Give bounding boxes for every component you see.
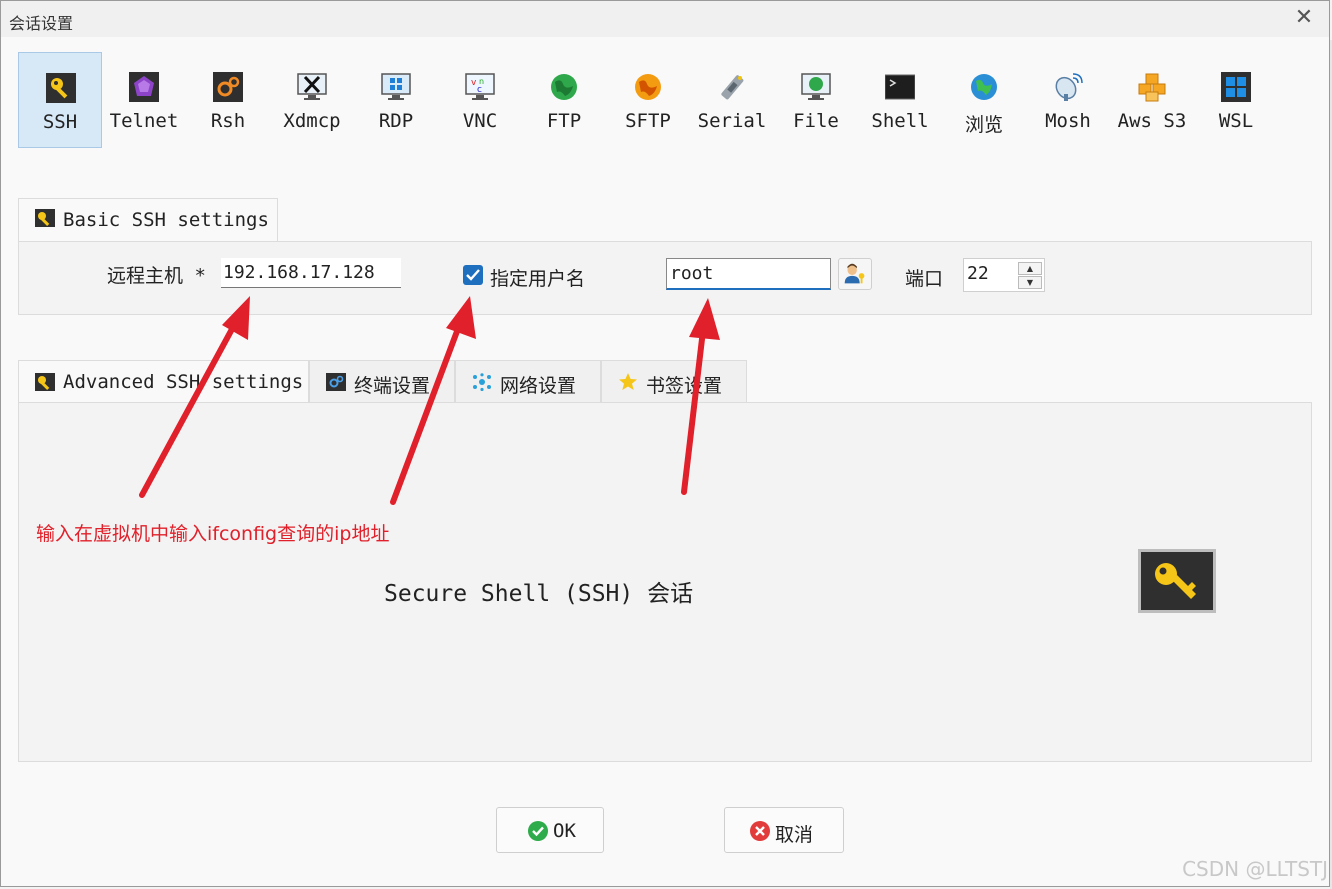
remote-host-input[interactable]: [221, 258, 401, 288]
user-key-icon: [844, 263, 865, 284]
session-type-label: FTP: [546, 110, 582, 132]
session-type-xdmcp[interactable]: Xdmcp: [270, 52, 354, 148]
cancel-circle-icon: [750, 821, 770, 841]
session-type-label: SSH: [42, 111, 78, 133]
session-type-label: RDP: [378, 110, 414, 132]
tab-bookmark-settings[interactable]: 书签设置: [601, 360, 747, 403]
session-type-mosh[interactable]: Mosh: [1026, 52, 1110, 148]
xdmcp-icon: [297, 73, 327, 100]
shell-icon: [885, 74, 915, 100]
vnc-icon: v n c: [465, 73, 495, 100]
file-icon: [801, 73, 831, 100]
session-type-file[interactable]: File: [774, 52, 858, 148]
sftp-icon: [635, 74, 661, 100]
tab-advanced-ssh-settings[interactable]: Advanced SSH settings: [18, 360, 309, 403]
session-type-ftp[interactable]: FTP: [522, 52, 606, 148]
serial-icon: [721, 75, 744, 100]
session-type-label: VNC: [462, 110, 498, 132]
session-type-label: Aws S3: [1117, 110, 1187, 132]
session-type-aws-s3[interactable]: Aws S3: [1110, 52, 1194, 148]
wsl-icon: [1221, 72, 1251, 102]
session-type-ssh[interactable]: SSH: [18, 52, 102, 148]
session-type-rsh[interactable]: Rsh: [186, 52, 270, 148]
user-manager-button[interactable]: [838, 258, 872, 290]
large-key-icon: [1138, 549, 1216, 613]
key-icon: [35, 209, 55, 227]
tab-network-settings[interactable]: 网络设置: [455, 360, 601, 403]
session-type-label: WSL: [1218, 110, 1254, 132]
key-icon: [46, 73, 76, 103]
session-type-label: 浏览: [964, 114, 1003, 136]
svg-text:c: c: [477, 85, 482, 95]
tab-label: Advanced SSH settings: [63, 371, 304, 393]
session-type-serial[interactable]: Serial: [690, 52, 774, 148]
check-circle-icon: [528, 821, 548, 841]
specify-username-checkbox[interactable]: [463, 265, 483, 285]
key-icon: [35, 373, 55, 391]
port-spinbox[interactable]: 22 ▲ ▼: [963, 258, 1045, 292]
mosh-icon: [1055, 73, 1083, 101]
session-type-vnc[interactable]: v n c VNC: [438, 52, 522, 148]
session-type-telnet[interactable]: Telnet: [102, 52, 186, 148]
spin-up-icon[interactable]: ▲: [1018, 262, 1042, 275]
username-input[interactable]: [666, 258, 831, 290]
tab-basic-ssh-settings[interactable]: Basic SSH settings: [18, 198, 278, 242]
checkmark-icon: [466, 269, 480, 281]
telnet-icon: [129, 72, 159, 102]
close-icon[interactable]: ✕: [1293, 7, 1315, 29]
tab-label: 终端设置: [354, 375, 431, 397]
tab-label: 书签设置: [646, 375, 723, 397]
session-type-label: SFTP: [625, 110, 671, 132]
cancel-label: 取消: [775, 824, 814, 846]
ok-button[interactable]: OK: [496, 807, 604, 853]
watermark: CSDN @LLTSTJ: [1182, 857, 1328, 881]
basic-settings-panel: [18, 241, 1312, 315]
session-type-label: Rsh: [210, 110, 246, 132]
session-type-toolbar: SSH Telnet Rsh Xdmcp RDP v n c VNC FTP S…: [18, 52, 1318, 148]
rdp-icon: [381, 73, 411, 100]
session-type-browser[interactable]: 浏览: [942, 52, 1026, 148]
ftp-icon: [551, 74, 577, 100]
network-settings-icon: [473, 373, 491, 391]
star-icon: [619, 373, 637, 390]
terminal-settings-icon: [326, 373, 346, 391]
tab-label: Basic SSH settings: [63, 209, 269, 231]
rsh-icon: [213, 72, 243, 102]
tab-label: 网络设置: [500, 375, 577, 397]
session-type-wsl[interactable]: WSL: [1194, 52, 1278, 148]
cancel-button[interactable]: 取消: [724, 807, 844, 853]
annotation-text: 输入在虚拟机中输入ifconfig查询的ip地址: [36, 523, 390, 545]
session-type-sftp[interactable]: SFTP: [606, 52, 690, 148]
aws-s3-icon: [1138, 73, 1166, 102]
spin-down-icon[interactable]: ▼: [1018, 276, 1042, 289]
session-type-label: Serial: [697, 110, 767, 132]
browser-icon: [971, 74, 997, 100]
session-type-label: File: [793, 110, 839, 132]
remote-host-label: 远程主机 *: [107, 265, 206, 287]
tab-terminal-settings[interactable]: 终端设置: [309, 360, 455, 403]
specify-username-label: 指定用户名: [490, 268, 586, 290]
session-type-rdp[interactable]: RDP: [354, 52, 438, 148]
session-description: Secure Shell (SSH) 会话: [384, 581, 694, 607]
port-label: 端口: [905, 268, 944, 290]
ok-label: OK: [553, 820, 576, 842]
session-type-shell[interactable]: Shell: [858, 52, 942, 148]
session-type-label: Xdmcp: [283, 110, 341, 132]
window-title: 会话设置: [9, 14, 74, 33]
port-value: 22: [967, 263, 989, 284]
session-type-label: Mosh: [1045, 110, 1091, 132]
title-bar: 会话设置 ✕: [1, 1, 1329, 37]
session-type-label: Shell: [871, 110, 929, 132]
session-type-label: Telnet: [109, 110, 179, 132]
